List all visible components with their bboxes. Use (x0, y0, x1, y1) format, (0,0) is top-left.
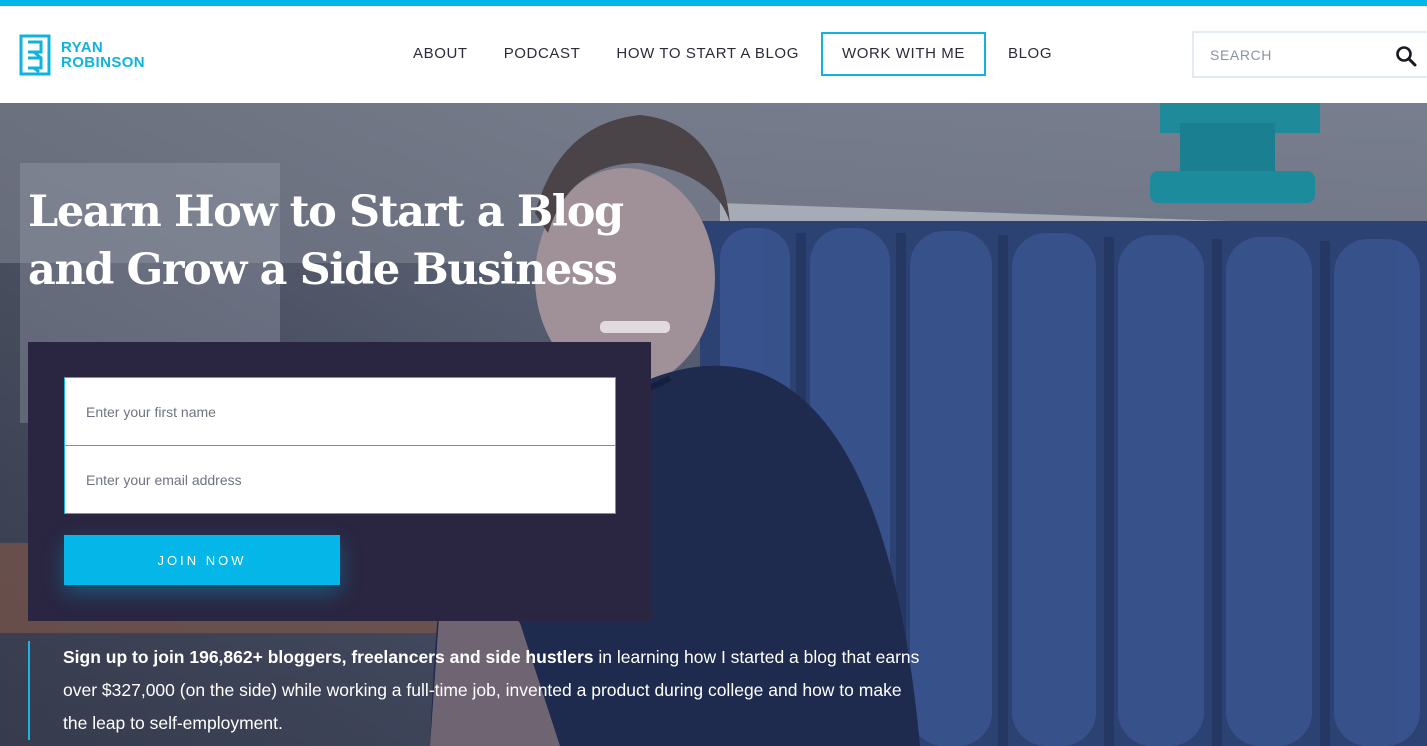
hero-headline: Learn How to Start a Blog and Grow a Sid… (28, 183, 668, 299)
search-button[interactable] (1395, 45, 1417, 67)
site-header: RYAN ROBINSON ABOUT PODCAST HOW TO START… (0, 6, 1427, 103)
blurb-lead: Sign up to join 196,862+ bloggers, freel… (63, 647, 594, 667)
site-logo[interactable]: RYAN ROBINSON (19, 34, 145, 76)
signup-blurb: Sign up to join 196,862+ bloggers, freel… (28, 641, 928, 740)
signup-form: JOIN NOW (28, 342, 651, 621)
nav-item-work-with-me[interactable]: WORK WITH ME (820, 32, 986, 76)
hero-headline-line1: Learn How to Start a Blog (28, 187, 624, 237)
search-box (1192, 31, 1427, 78)
logo-name-line1: RYAN (61, 39, 104, 56)
nav-item-how-to-start-a-blog[interactable]: HOW TO START A BLOG (598, 32, 817, 76)
main-nav: ABOUT PODCAST HOW TO START A BLOG WORK W… (395, 32, 1070, 76)
nav-item-podcast[interactable]: PODCAST (486, 32, 599, 76)
search-icon (1396, 46, 1417, 67)
hero-section: Learn How to Start a Blog and Grow a Sid… (0, 103, 1427, 746)
email-field[interactable] (65, 446, 615, 513)
first-name-field[interactable] (65, 378, 615, 445)
join-now-button[interactable]: JOIN NOW (64, 535, 340, 585)
nav-item-blog[interactable]: BLOG (990, 32, 1070, 76)
hero-headline-line2: and Grow a Side Business (28, 245, 618, 295)
logo-name-line2: ROBINSON (61, 54, 146, 71)
search-input[interactable] (1194, 33, 1374, 76)
logo-text: RYAN ROBINSON (61, 40, 145, 70)
logo-mark-icon (19, 34, 51, 76)
email-field-wrapper (64, 445, 616, 514)
first-name-field-wrapper (64, 377, 616, 446)
nav-item-about[interactable]: ABOUT (395, 32, 486, 76)
